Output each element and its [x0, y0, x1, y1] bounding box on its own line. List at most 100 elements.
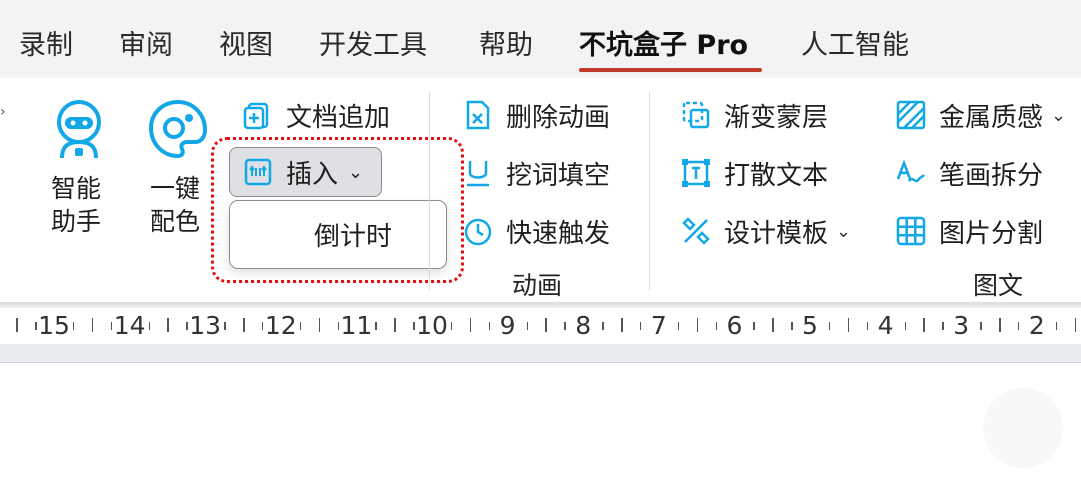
graphic-group-label: 图文 — [973, 271, 1024, 300]
tab-review[interactable]: 审阅 — [119, 26, 173, 66]
metal-texture-icon — [896, 100, 926, 130]
ruler-tick-label: 5 — [802, 311, 818, 340]
gradient-mask-button[interactable]: 渐变蒙层 — [680, 95, 828, 135]
ruler-tick — [621, 318, 623, 332]
cloze-label: 挖词填空 — [506, 160, 611, 191]
ruler-tick-label: 11 — [340, 311, 373, 340]
stroke-split-label: 笔画拆分 — [939, 160, 1044, 191]
image-split-button[interactable]: 图片分割 — [895, 211, 1043, 251]
ruler-tick-label: 9 — [499, 311, 516, 340]
one-click-color-button[interactable] — [147, 98, 209, 160]
ruler-tick — [602, 322, 604, 330]
palette-icon — [148, 99, 208, 159]
ruler-tick — [261, 322, 264, 330]
ruler-tick — [942, 322, 944, 330]
ruler-tick — [488, 322, 491, 330]
ruler-tick — [243, 318, 245, 332]
ruler-tick — [148, 322, 150, 330]
ruler-tick — [450, 322, 453, 330]
ruler-tick-label: 14 — [113, 311, 146, 340]
quick-trigger-label: 快速触发 — [506, 218, 611, 249]
gradient-mask-label: 渐变蒙层 — [724, 102, 829, 133]
chevron-down-icon: ⌄ — [836, 220, 852, 242]
ruler-tick — [91, 318, 94, 332]
ruler-tick — [394, 318, 396, 332]
ruler-tick — [639, 322, 642, 330]
ruler-tick — [772, 318, 774, 332]
design-template-button[interactable]: 设计模板 ⌄ — [680, 211, 851, 251]
active-tab-indicator — [579, 68, 762, 72]
underline-icon — [467, 161, 489, 187]
ruler-tick — [299, 322, 302, 330]
one-click-color-label-1: 一键 — [150, 174, 201, 203]
insert-icon — [244, 158, 272, 186]
scatter-text-icon — [682, 159, 710, 187]
ai-assistant-label-1: 智能 — [51, 174, 102, 203]
ruler-tick — [999, 318, 1001, 332]
doc-append-button[interactable]: 文档追加 — [242, 95, 390, 135]
horizontal-ruler[interactable]: 15 14 13 12 11 10 9 8 7 6 5 4 3 2 — [0, 308, 1081, 344]
ruler-tick — [923, 318, 925, 332]
group-separator — [649, 92, 650, 290]
group-separator — [429, 92, 430, 290]
ruler-tick-label: 2 — [1028, 311, 1045, 340]
quick-trigger-button[interactable]: 快速触发 — [462, 211, 610, 251]
ruler-tick-label: 15 — [38, 311, 70, 340]
ruler-tick-label: 10 — [416, 311, 448, 340]
animation-group-label: 动画 — [512, 271, 563, 300]
insert-dropdown-button[interactable]: 插入 ⌄ — [229, 147, 382, 197]
ruler-tick — [526, 322, 528, 330]
document-page[interactable] — [0, 363, 1081, 481]
tab-help[interactable]: 帮助 — [479, 26, 533, 66]
ruler-tick — [828, 322, 831, 330]
ruler-tick — [1055, 322, 1058, 330]
ruler-tick — [564, 322, 566, 330]
ruler-tick — [375, 322, 377, 330]
tab-developer[interactable]: 开发工具 — [319, 26, 427, 66]
doc-append-label: 文档追加 — [286, 102, 391, 133]
ai-assistant-label-2: 助手 — [51, 207, 102, 236]
ruler-tick — [224, 322, 226, 330]
grid-icon — [896, 216, 926, 246]
ruler-tick — [866, 322, 869, 330]
tab-bukeng-box-pro[interactable]: 不坑盒子 Pro — [579, 26, 748, 66]
ruler-tick — [545, 318, 547, 332]
ruler-tick-label: 3 — [953, 311, 970, 340]
delete-animation-button[interactable]: 删除动画 — [462, 95, 610, 135]
menu-item-countdown[interactable]: 倒计时 — [230, 201, 446, 268]
scatter-text-button[interactable]: 打散文本 — [680, 153, 828, 193]
ruler-tick-label: 8 — [575, 311, 592, 340]
tab-record[interactable]: 录制 — [19, 26, 73, 66]
cloze-button[interactable]: 挖词填空 — [462, 153, 610, 193]
ruler-tick — [696, 318, 699, 332]
scatter-text-label: 打散文本 — [724, 160, 829, 191]
ruler-tick-label: 6 — [726, 311, 743, 340]
chevron-down-icon: ⌄ — [1051, 104, 1067, 126]
ruler-tick — [715, 322, 717, 330]
ruler-tick — [980, 322, 982, 330]
image-split-label: 图片分割 — [939, 218, 1044, 249]
design-tools-icon — [682, 217, 710, 245]
ai-assistant-button[interactable] — [48, 96, 110, 160]
stroke-split-button[interactable]: 笔画拆分 — [895, 153, 1043, 193]
ruler-tick — [791, 322, 793, 330]
doc-add-icon — [243, 102, 269, 130]
ruler-margin-strip — [0, 344, 1081, 363]
ruler-tick — [35, 322, 37, 330]
tab-ai[interactable]: 人工智能 — [801, 26, 909, 66]
ruler-tick — [413, 322, 415, 330]
ruler-tick-label: 4 — [877, 311, 894, 340]
ruler-tick — [337, 322, 339, 330]
ruler-tick — [167, 318, 169, 332]
tab-view[interactable]: 视图 — [219, 26, 273, 66]
delete-animation-label: 删除动画 — [506, 102, 611, 133]
ruler-tick — [72, 322, 75, 330]
ruler-tick-label: 13 — [189, 311, 222, 340]
ribbon-tab-bar: 录制 审阅 视图 开发工具 帮助 不坑盒子 Pro 人工智能 — [0, 0, 1081, 78]
ruler-tick-label: 7 — [650, 311, 667, 340]
ruler-tick — [16, 318, 18, 332]
ruler-tick — [186, 322, 188, 330]
stroke-split-icon — [896, 159, 926, 183]
metal-texture-button[interactable]: 金属质感 ⌄ — [895, 95, 1066, 135]
scroll-left-icon[interactable]: › — [0, 104, 6, 120]
